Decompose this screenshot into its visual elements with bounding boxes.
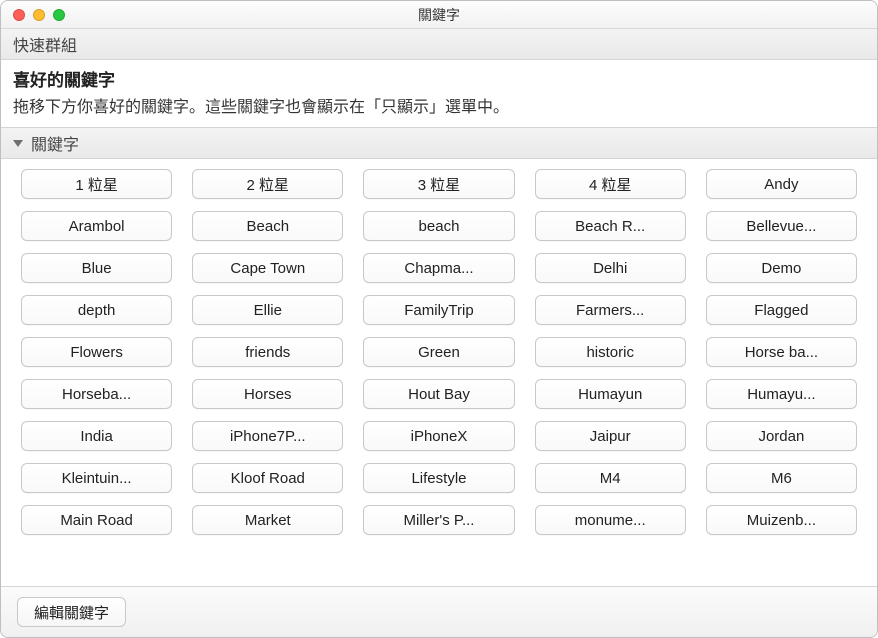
keyword-button[interactable]: India [21, 421, 172, 451]
keyword-button[interactable]: 1 粒星 [21, 169, 172, 199]
keyword-button[interactable]: Kleintuin... [21, 463, 172, 493]
keyword-button[interactable]: Delhi [535, 253, 686, 283]
keyword-button[interactable]: Flagged [706, 295, 857, 325]
keyword-button[interactable]: Market [192, 505, 343, 535]
keyword-button[interactable]: Horses [192, 379, 343, 409]
keyword-button[interactable]: Ellie [192, 295, 343, 325]
keyword-button[interactable]: iPhoneX [363, 421, 514, 451]
zoom-icon[interactable] [53, 9, 65, 21]
footer: 編輯關鍵字 [1, 586, 877, 637]
quick-group-header[interactable]: 快速群組 [1, 29, 877, 60]
keyword-button[interactable]: historic [535, 337, 686, 367]
minimize-icon[interactable] [33, 9, 45, 21]
keyword-button[interactable]: Cape Town [192, 253, 343, 283]
keyword-button[interactable]: Green [363, 337, 514, 367]
chevron-down-icon [13, 140, 23, 147]
keywords-header-label: 關鍵字 [31, 131, 79, 155]
favorites-title: 喜好的關鍵字 [13, 66, 865, 91]
keyword-button[interactable]: Flowers [21, 337, 172, 367]
keyword-button[interactable]: Andy [706, 169, 857, 199]
keyword-button[interactable]: Horseba... [21, 379, 172, 409]
keyword-button[interactable]: monume... [535, 505, 686, 535]
edit-keywords-button[interactable]: 編輯關鍵字 [17, 597, 126, 627]
keyword-button[interactable]: Chapma... [363, 253, 514, 283]
keyword-button[interactable]: beach [363, 211, 514, 241]
favorites-description: 拖移下方你喜好的關鍵字。這些關鍵字也會顯示在「只顯示」選單中。 [13, 93, 865, 117]
keyword-button[interactable]: Humayun [535, 379, 686, 409]
keyword-button[interactable]: Jaipur [535, 421, 686, 451]
keywords-header[interactable]: 關鍵字 [1, 128, 877, 159]
keyword-button[interactable]: Arambol [21, 211, 172, 241]
keyword-button[interactable]: 2 粒星 [192, 169, 343, 199]
keyword-button[interactable]: Horse ba... [706, 337, 857, 367]
keyword-button[interactable]: M6 [706, 463, 857, 493]
keyword-button[interactable]: depth [21, 295, 172, 325]
keyword-button[interactable]: Blue [21, 253, 172, 283]
close-icon[interactable] [13, 9, 25, 21]
favorites-block: 喜好的關鍵字 拖移下方你喜好的關鍵字。這些關鍵字也會顯示在「只顯示」選單中。 [1, 60, 877, 128]
keywords-window: 關鍵字 快速群組 喜好的關鍵字 拖移下方你喜好的關鍵字。這些關鍵字也會顯示在「只… [0, 0, 878, 638]
quick-group-label: 快速群組 [13, 32, 77, 56]
titlebar: 關鍵字 [1, 1, 877, 29]
keyword-button[interactable]: Kloof Road [192, 463, 343, 493]
keyword-button[interactable]: Bellevue... [706, 211, 857, 241]
window-controls [1, 9, 65, 21]
keywords-grid: 1 粒星 2 粒星 3 粒星 4 粒星 Andy Arambol Beach beach Bea… [21, 169, 857, 535]
keyword-button[interactable]: Hout Bay [363, 379, 514, 409]
keywords-grid-container: 1 粒星 2 粒星 3 粒星 4 粒星 Andy Arambol Beach beach Bea… [1, 159, 877, 586]
keyword-button[interactable]: Demo [706, 253, 857, 283]
keyword-button[interactable]: 3 粒星 [363, 169, 514, 199]
keyword-button[interactable]: FamilyTrip [363, 295, 514, 325]
keyword-button[interactable]: Miller's P... [363, 505, 514, 535]
keyword-button[interactable]: Main Road [21, 505, 172, 535]
keyword-button[interactable]: 4 粒星 [535, 169, 686, 199]
window-title: 關鍵字 [1, 5, 877, 25]
keyword-button[interactable]: Jordan [706, 421, 857, 451]
keyword-button[interactable]: Beach R... [535, 211, 686, 241]
keyword-button[interactable]: Lifestyle [363, 463, 514, 493]
keyword-button[interactable]: iPhone7P... [192, 421, 343, 451]
keyword-button[interactable]: M4 [535, 463, 686, 493]
keyword-button[interactable]: Beach [192, 211, 343, 241]
keyword-button[interactable]: Muizenb... [706, 505, 857, 535]
keyword-button[interactable]: Farmers... [535, 295, 686, 325]
keyword-button[interactable]: friends [192, 337, 343, 367]
keyword-button[interactable]: Humayu... [706, 379, 857, 409]
